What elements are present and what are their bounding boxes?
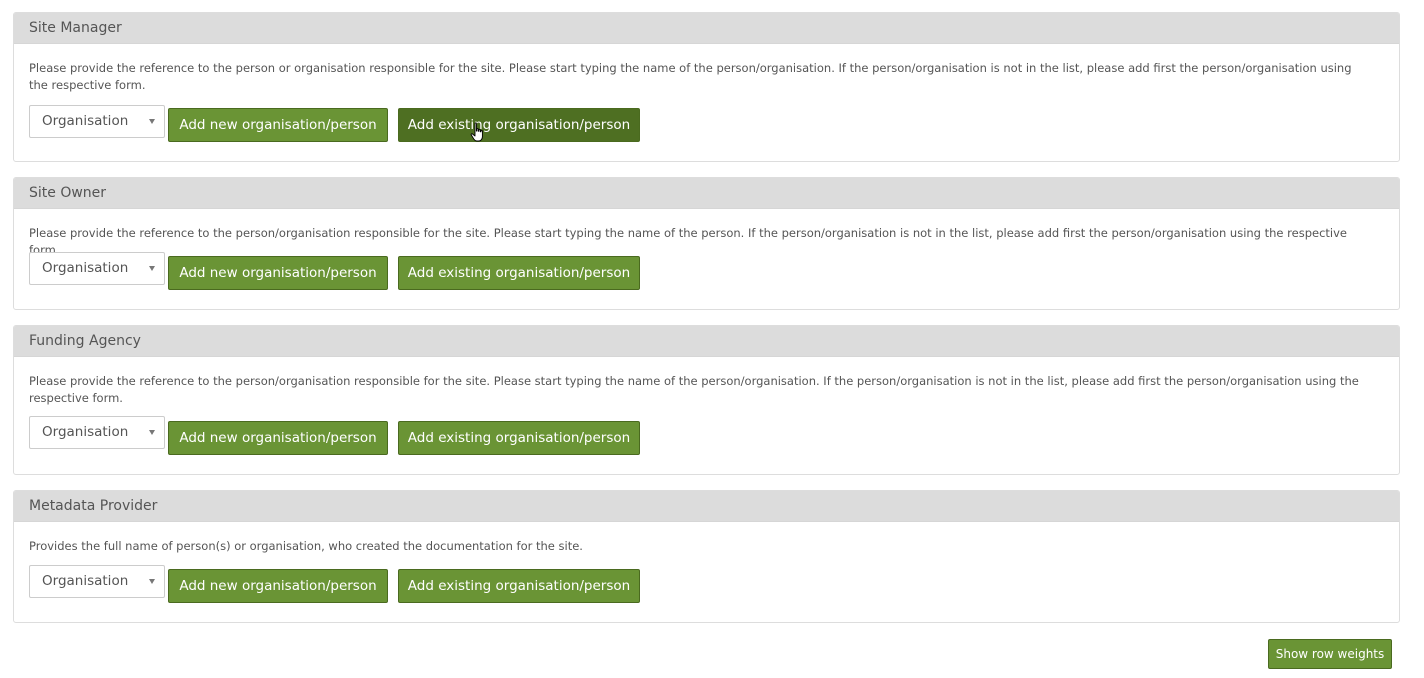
add-new-organisation-button[interactable]: Add new organisation/person (168, 256, 388, 290)
panel-description: Please provide the reference to the pers… (29, 226, 1347, 257)
panel-description: Provides the full name of person(s) or o… (29, 539, 583, 553)
organisation-type-select[interactable]: Organisation (29, 252, 165, 285)
add-existing-organisation-button[interactable]: Add existing organisation/person (398, 421, 640, 455)
select-value: Organisation (42, 113, 129, 129)
add-existing-organisation-button[interactable]: Add existing organisation/person (398, 569, 640, 603)
organisation-type-select[interactable]: Organisation (29, 105, 165, 138)
add-existing-organisation-button[interactable]: Add existing organisation/person (398, 256, 640, 290)
panel-description: Please provide the reference to the pers… (29, 374, 1359, 405)
add-existing-organisation-button[interactable]: Add existing organisation/person (398, 108, 640, 142)
panel-description: Please provide the reference to the pers… (29, 61, 1352, 92)
panel-funding-agency: Funding Agency Please provide the refere… (13, 325, 1400, 475)
panel-metadata-provider: Metadata Provider Provides the full name… (13, 490, 1400, 623)
panel-title: Site Owner (14, 178, 1399, 209)
panel-site-owner: Site Owner Please provide the reference … (13, 177, 1400, 310)
add-new-organisation-button[interactable]: Add new organisation/person (168, 421, 388, 455)
show-row-weights-button[interactable]: Show row weights (1268, 639, 1392, 669)
select-value: Organisation (42, 573, 129, 589)
organisation-type-select[interactable]: Organisation (29, 416, 165, 449)
add-new-organisation-button[interactable]: Add new organisation/person (168, 108, 388, 142)
caret-down-icon (149, 119, 155, 124)
organisation-type-select[interactable]: Organisation (29, 565, 165, 598)
panel-title: Site Manager (14, 13, 1399, 44)
caret-down-icon (149, 430, 155, 435)
add-new-organisation-button[interactable]: Add new organisation/person (168, 569, 388, 603)
caret-down-icon (149, 266, 155, 271)
panel-title: Metadata Provider (14, 491, 1399, 522)
panel-site-manager: Site Manager Please provide the referenc… (13, 12, 1400, 162)
panel-title: Funding Agency (14, 326, 1399, 357)
page: Site Manager Please provide the referenc… (0, 0, 1424, 678)
select-value: Organisation (42, 424, 129, 440)
select-value: Organisation (42, 260, 129, 276)
caret-down-icon (149, 579, 155, 584)
